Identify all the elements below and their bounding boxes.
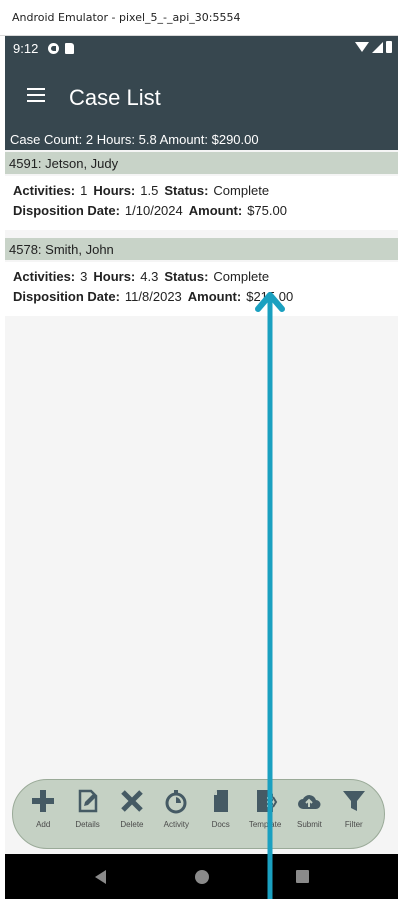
close-icon [121, 790, 143, 812]
case-header[interactable]: 4591: Jetson, Judy [5, 152, 398, 174]
sd-card-icon [65, 42, 75, 54]
template-button[interactable]: Template [245, 788, 285, 829]
home-button[interactable] [187, 862, 217, 892]
details-label: Details [75, 820, 100, 829]
status-value: Complete [213, 269, 270, 284]
status-label: Status: [164, 183, 209, 198]
hours-label: Hours: [93, 269, 136, 284]
docs-button[interactable]: Docs [201, 788, 241, 829]
template-label: Template [248, 820, 282, 829]
filter-icon [342, 791, 365, 811]
template-icon [257, 790, 278, 812]
amount-label: Amount: [187, 289, 242, 304]
status-time: 9:12 [13, 40, 39, 56]
amount-value: $75.00 [247, 203, 287, 218]
stopwatch-icon [165, 790, 187, 814]
submit-label: Submit [296, 820, 322, 829]
disposition-date-value: 11/8/2023 [124, 289, 182, 304]
add-button[interactable]: Add [23, 788, 63, 829]
activities-label: Activities: [13, 269, 76, 284]
case-details[interactable]: Activities: 1 Hours: 1.5 Status: Complete Dis… [5, 176, 398, 230]
edit-document-icon [78, 789, 97, 813]
signal-icon [372, 41, 383, 53]
app-bar: Case List [5, 60, 398, 130]
notification-icon [48, 42, 60, 54]
hours-value: 1.5 [140, 183, 159, 198]
amount-value: $215.00 [246, 289, 294, 304]
hours-value: 4.3 [140, 269, 159, 284]
case-details[interactable]: Activities: 3 Hours: 4.3 Status: Complete Dis… [5, 262, 398, 316]
emulator-window-title: Android Emulator - pixel_5_-_api_30:5554 [0, 0, 398, 36]
add-label: Add [36, 820, 51, 829]
case-summary: Case Count: 2 Hours: 5.8 Amount: $290.00 [5, 130, 398, 150]
activities-value: 3 [80, 269, 88, 284]
back-button[interactable] [86, 862, 116, 892]
wifi-icon [355, 42, 369, 52]
details-button[interactable]: Details [68, 788, 108, 829]
activity-button[interactable]: Activity [156, 788, 196, 829]
disposition-date-label: Disposition Date: [13, 289, 120, 304]
hours-label: Hours: [93, 183, 136, 198]
disposition-date-value: 1/10/2024 [124, 203, 183, 218]
home-icon [194, 869, 209, 884]
recents-button[interactable] [288, 862, 318, 892]
case-header[interactable]: 4578: Smith, John [5, 238, 398, 260]
back-icon [95, 869, 106, 884]
submit-button[interactable]: Submit [289, 788, 329, 829]
delete-label: Delete [120, 820, 144, 829]
battery-icon [386, 41, 392, 53]
amount-label: Amount: [188, 203, 243, 218]
docs-label: Docs [211, 820, 230, 829]
android-navigation-bar [5, 854, 398, 899]
phone-screen: 9:12 Case List Case Count: 2 Hours: 5.8 … [5, 36, 398, 899]
document-icon [213, 790, 228, 812]
activities-value: 1 [80, 183, 88, 198]
page-title: Case List [69, 85, 161, 110]
status-bar: 9:12 [5, 36, 398, 60]
activity-label: Activity [163, 820, 189, 829]
bottom-toolbar: Add Details Delete Activity Docs Templat… [12, 779, 385, 849]
cloud-upload-icon [298, 795, 321, 809]
disposition-date-label: Disposition Date: [13, 203, 120, 218]
filter-label: Filter [344, 820, 363, 829]
hamburger-menu-icon[interactable] [27, 88, 45, 102]
filter-button[interactable]: Filter [334, 788, 374, 829]
delete-button[interactable]: Delete [112, 788, 152, 829]
status-label: Status: [164, 269, 209, 284]
recents-icon [296, 870, 309, 883]
status-value: Complete [213, 183, 270, 198]
activities-label: Activities: [13, 183, 76, 198]
plus-icon [32, 790, 55, 812]
